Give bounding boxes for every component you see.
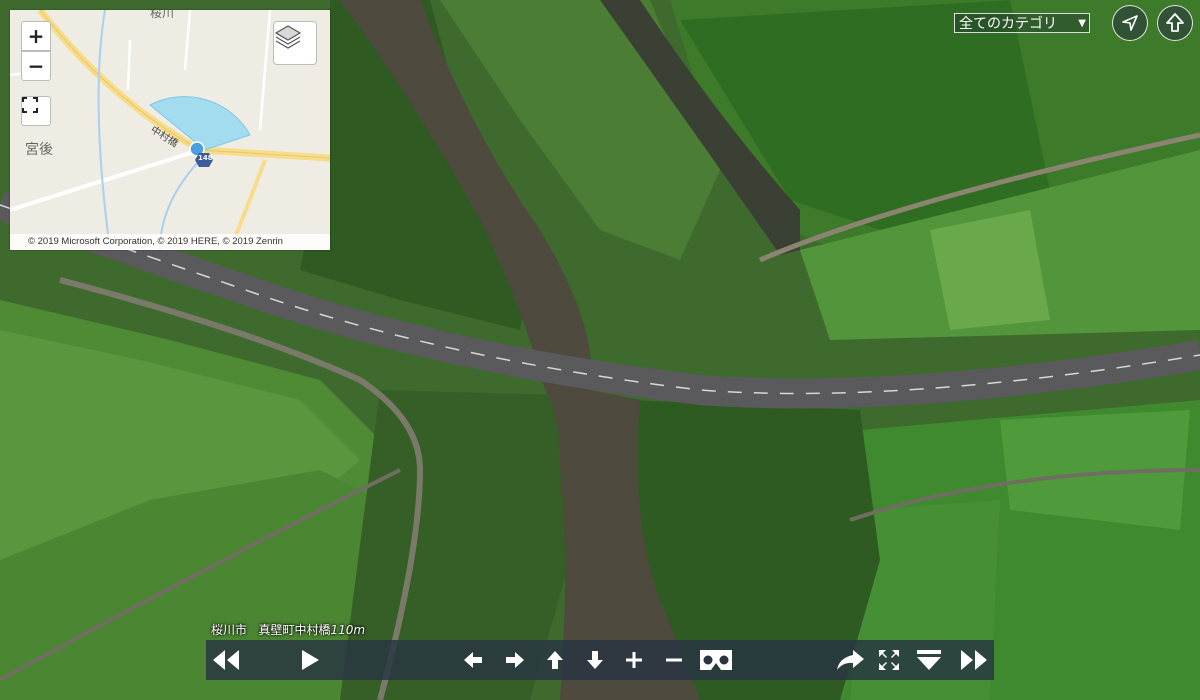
- location-place: 真壁町中村橋: [258, 623, 331, 637]
- pan-up-button[interactable]: [540, 640, 570, 680]
- minimap-label-miyago: 宮後: [25, 142, 53, 158]
- minimap[interactable]: 桜川 中村橋 148 宮後 + − © 2019 Microsoft Corpo…: [10, 10, 330, 250]
- play-icon: [302, 650, 319, 670]
- arrow-left-icon: [464, 652, 482, 668]
- map-attribution: © 2019 Microsoft Corporation, © 2019 HER…: [10, 234, 330, 250]
- dropdown-arrow-icon: ▼: [1078, 18, 1086, 29]
- first-button[interactable]: [206, 640, 246, 680]
- pan-left-button[interactable]: [458, 640, 488, 680]
- layers-icon: [274, 25, 302, 49]
- zoom-in-view-button[interactable]: [619, 640, 649, 680]
- minimap-label-sakuragawa: 桜川: [150, 10, 175, 20]
- map-layers-button[interactable]: [273, 21, 317, 65]
- fullscreen-button[interactable]: [874, 640, 904, 680]
- last-button[interactable]: [954, 640, 994, 680]
- location-city: 桜川市: [211, 623, 248, 637]
- share-arrow-icon: [837, 650, 864, 670]
- minus-icon: [666, 658, 682, 662]
- navigation-arrow-icon: [1122, 15, 1138, 31]
- minimap-route-badge: 148: [198, 154, 213, 162]
- locate-button[interactable]: [1112, 5, 1148, 41]
- fullscreen-icon: [22, 97, 38, 113]
- up-arrow-icon: [1166, 13, 1184, 32]
- up-button[interactable]: [1157, 5, 1193, 41]
- hide-menu-button[interactable]: [912, 640, 946, 680]
- pan-right-button[interactable]: [500, 640, 530, 680]
- location-label: 桜川市 真壁町中村橋110m: [211, 621, 365, 638]
- category-select[interactable]: 全てのカテゴリ ▼: [954, 13, 1090, 33]
- plus-icon: [626, 652, 642, 668]
- location-altitude: 110m: [330, 623, 366, 637]
- pan-down-button[interactable]: [580, 640, 610, 680]
- arrow-down-icon: [587, 651, 603, 669]
- vr-goggles-icon: [700, 650, 732, 670]
- fast-forward-icon: [961, 650, 987, 670]
- panorama-toolbar: [206, 640, 994, 680]
- collapse-down-icon: [917, 650, 941, 670]
- zoom-out-button[interactable]: −: [21, 51, 51, 81]
- arrow-up-icon: [547, 651, 563, 669]
- fast-rewind-icon: [213, 650, 239, 670]
- category-select-value: 全てのカテゴリ: [959, 16, 1057, 32]
- play-button[interactable]: [292, 640, 328, 680]
- map-fullscreen-button[interactable]: [21, 96, 51, 126]
- fullscreen-expand-icon: [879, 650, 899, 670]
- zoom-in-button[interactable]: +: [21, 21, 51, 51]
- arrow-right-icon: [506, 652, 524, 668]
- zoom-out-view-button[interactable]: [659, 640, 689, 680]
- share-button[interactable]: [832, 640, 868, 680]
- vr-mode-button[interactable]: [696, 640, 736, 680]
